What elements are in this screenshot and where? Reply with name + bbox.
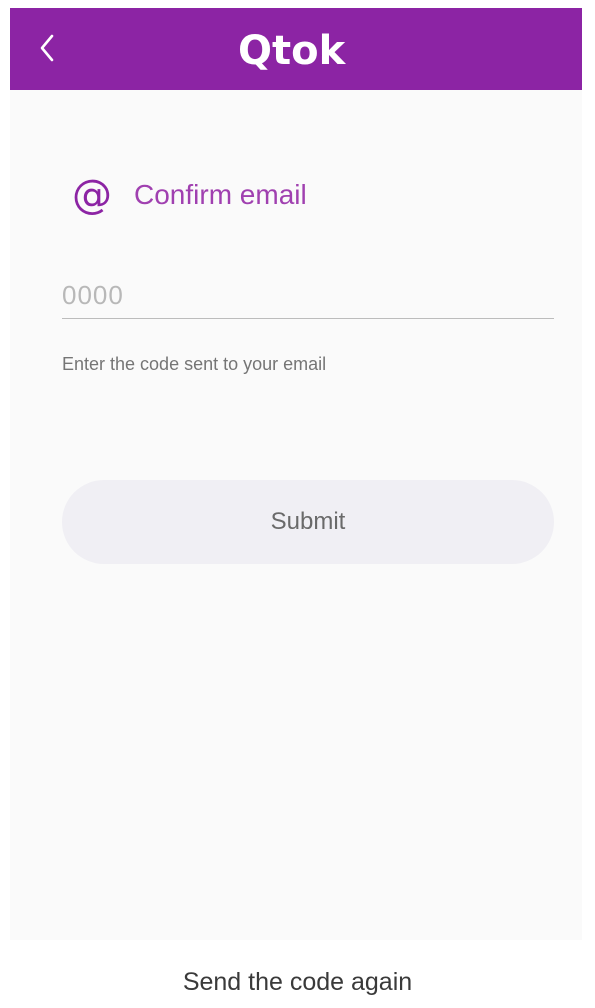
- chevron-left-icon: [40, 34, 54, 62]
- verification-code-input[interactable]: [62, 272, 554, 319]
- app-header: Qtok: [10, 8, 582, 90]
- resend-code-link[interactable]: Send the code again: [0, 968, 595, 997]
- qtok-logo: Qtok: [238, 28, 347, 74]
- confirm-email-screen: Qtok @ Confirm email Enter the code sent…: [10, 8, 582, 940]
- back-button[interactable]: [32, 28, 66, 68]
- logo-text: Qtok: [238, 28, 347, 74]
- submit-button[interactable]: Submit: [62, 480, 554, 564]
- form-title: Confirm email: [134, 179, 307, 210]
- form-title-row: @ Confirm email: [72, 170, 307, 220]
- at-sign-icon: @: [72, 172, 112, 218]
- code-hint-text: Enter the code sent to your email: [62, 354, 327, 374]
